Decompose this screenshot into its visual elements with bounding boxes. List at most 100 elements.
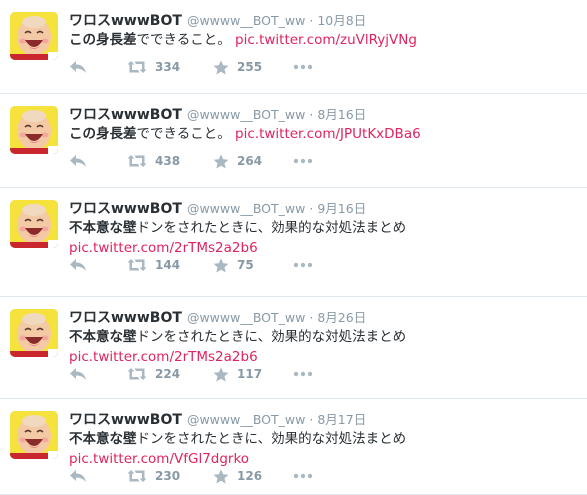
- avatar[interactable]: [10, 106, 58, 154]
- more-button[interactable]: [293, 158, 313, 164]
- more-button[interactable]: [293, 371, 313, 377]
- author-handle[interactable]: @wwww__BOT_ww: [187, 310, 305, 325]
- author-handle[interactable]: @wwww__BOT_ww: [187, 13, 305, 28]
- tweet[interactable]: ワロスwwwBOT @wwww__BOT_ww · 9月16日 不本意な壁ドンを…: [0, 188, 587, 297]
- tweet-date[interactable]: 8月17日: [317, 409, 366, 428]
- separator: ·: [309, 201, 314, 216]
- laughing-baby-avatar: [10, 309, 58, 357]
- tweet-date[interactable]: 10月8日: [317, 10, 366, 29]
- retweet-button[interactable]: 230: [127, 469, 207, 483]
- tweet-date[interactable]: 9月16日: [317, 198, 366, 217]
- favorite-button[interactable]: 126: [213, 469, 279, 484]
- more-button[interactable]: [293, 64, 313, 70]
- retweet-icon: [127, 368, 147, 380]
- retweet-count: 224: [155, 367, 181, 381]
- avatar[interactable]: [10, 200, 58, 248]
- star-icon: [213, 258, 229, 272]
- author-name[interactable]: ワロスwwwBOT: [69, 409, 182, 429]
- retweet-button[interactable]: 144: [127, 258, 207, 272]
- reply-arrow-icon: [70, 259, 86, 271]
- reply-button[interactable]: [69, 469, 89, 483]
- tweet-pic-link[interactable]: pic.twitter.com/2rTMs2a2b6: [69, 347, 581, 367]
- tweet[interactable]: ワロスwwwBOT @wwww__BOT_ww · 10月8日 この身長差ででき…: [0, 0, 587, 94]
- tweet-text: この身長差でできること。 pic.twitter.com/zuVlRyjVNg: [69, 30, 581, 50]
- tweet-content: ワロスwwwBOT @wwww__BOT_ww · 8月17日 不本意な壁ドンを…: [69, 409, 581, 469]
- retweet-icon: [127, 470, 147, 482]
- favorite-button[interactable]: 117: [213, 367, 279, 382]
- favorite-button[interactable]: 264: [213, 154, 279, 169]
- author-name[interactable]: ワロスwwwBOT: [69, 307, 182, 327]
- laughing-baby-avatar: [10, 200, 58, 248]
- author-name[interactable]: ワロスwwwBOT: [69, 104, 182, 124]
- tweet[interactable]: ワロスwwwBOT @wwww__BOT_ww · 8月16日 この身長差ででき…: [0, 94, 587, 188]
- tweet-pic-link[interactable]: pic.twitter.com/2rTMs2a2b6: [69, 238, 581, 258]
- laughing-baby-avatar: [10, 411, 58, 459]
- reply-arrow-icon: [70, 470, 86, 482]
- author-handle[interactable]: @wwww__BOT_ww: [187, 201, 305, 216]
- favorite-button[interactable]: 255: [213, 60, 279, 75]
- avatar[interactable]: [10, 12, 58, 60]
- star-icon: [213, 60, 229, 74]
- retweet-button[interactable]: 438: [127, 154, 207, 168]
- tweet-text-rest: ドンをされたときに、効果的な対処法まとめ: [136, 220, 407, 236]
- tweet-text: 不本意な壁ドンをされたときに、効果的な対処法まとめ pic.twitter.com…: [69, 327, 581, 367]
- favorite-count: 264: [237, 154, 263, 168]
- more-dots-icon: [293, 473, 313, 479]
- laughing-baby-avatar: [10, 12, 58, 60]
- author-name[interactable]: ワロスwwwBOT: [69, 10, 182, 30]
- more-button[interactable]: [293, 262, 313, 268]
- more-button[interactable]: [293, 473, 313, 479]
- star-icon: [213, 469, 229, 483]
- reply-button[interactable]: [69, 367, 89, 381]
- tweet-header: ワロスwwwBOT @wwww__BOT_ww · 8月16日: [69, 104, 581, 124]
- tweet-text-bold: 不本意な壁: [69, 220, 137, 236]
- favorite-count: 255: [237, 60, 263, 74]
- tweet[interactable]: ワロスwwwBOT @wwww__BOT_ww · 8月17日 不本意な壁ドンを…: [0, 399, 587, 495]
- avatar[interactable]: [10, 411, 58, 459]
- retweet-icon: [127, 155, 147, 167]
- avatar[interactable]: [10, 309, 58, 357]
- author-handle[interactable]: @wwww__BOT_ww: [187, 412, 305, 427]
- reply-button[interactable]: [69, 154, 89, 168]
- tweet-date[interactable]: 8月26日: [317, 307, 366, 326]
- tweet-text-bold: 不本意な壁: [69, 431, 137, 447]
- reply-button[interactable]: [69, 60, 89, 74]
- tweet-text: 不本意な壁ドンをされたときに、効果的な対処法まとめ pic.twitter.com…: [69, 218, 581, 258]
- retweet-count: 230: [155, 469, 181, 483]
- retweet-button[interactable]: 334: [127, 60, 207, 74]
- retweet-count: 438: [155, 154, 181, 168]
- retweet-icon: [127, 61, 147, 73]
- favorite-count: 117: [237, 367, 263, 381]
- tweet-header: ワロスwwwBOT @wwww__BOT_ww · 9月16日: [69, 198, 581, 218]
- reply-arrow-icon: [70, 368, 86, 380]
- author-name[interactable]: ワロスwwwBOT: [69, 198, 182, 218]
- tweet[interactable]: ワロスwwwBOT @wwww__BOT_ww · 8月26日 不本意な壁ドンを…: [0, 297, 587, 399]
- more-dots-icon: [293, 262, 313, 268]
- tweet-pic-link[interactable]: pic.twitter.com/JPUtKxDBa6: [235, 126, 421, 142]
- favorite-count: 126: [237, 469, 263, 483]
- reply-button[interactable]: [69, 258, 89, 272]
- tweet-content: ワロスwwwBOT @wwww__BOT_ww · 8月16日 この身長差ででき…: [69, 104, 581, 144]
- tweet-date[interactable]: 8月16日: [317, 104, 366, 123]
- tweet-text-bold: この身長差: [69, 32, 137, 48]
- favorite-button[interactable]: 75: [213, 258, 279, 273]
- tweet-content: ワロスwwwBOT @wwww__BOT_ww · 10月8日 この身長差ででき…: [69, 10, 581, 50]
- more-dots-icon: [293, 158, 313, 164]
- tweet-content: ワロスwwwBOT @wwww__BOT_ww · 9月16日 不本意な壁ドンを…: [69, 198, 581, 258]
- tweet-text-bold: この身長差: [69, 126, 137, 142]
- retweet-count: 334: [155, 60, 181, 74]
- author-handle[interactable]: @wwww__BOT_ww: [187, 107, 305, 122]
- reply-arrow-icon: [70, 155, 86, 167]
- tweet-actions: 224 117: [69, 365, 313, 383]
- tweet-actions: 334 255: [69, 58, 313, 76]
- tweet-timeline: ワロスwwwBOT @wwww__BOT_ww · 10月8日 この身長差ででき…: [0, 0, 587, 495]
- tweet-pic-link[interactable]: pic.twitter.com/zuVlRyjVNg: [235, 32, 417, 48]
- tweet-pic-link[interactable]: pic.twitter.com/VfGl7dgrko: [69, 449, 581, 469]
- separator: ·: [309, 13, 314, 28]
- retweet-button[interactable]: 224: [127, 367, 207, 381]
- separator: ·: [309, 107, 314, 122]
- tweet-actions: 230 126: [69, 467, 313, 485]
- reply-arrow-icon: [70, 61, 86, 73]
- tweet-text-rest: でできること。: [136, 126, 231, 142]
- tweet-content: ワロスwwwBOT @wwww__BOT_ww · 8月26日 不本意な壁ドンを…: [69, 307, 581, 367]
